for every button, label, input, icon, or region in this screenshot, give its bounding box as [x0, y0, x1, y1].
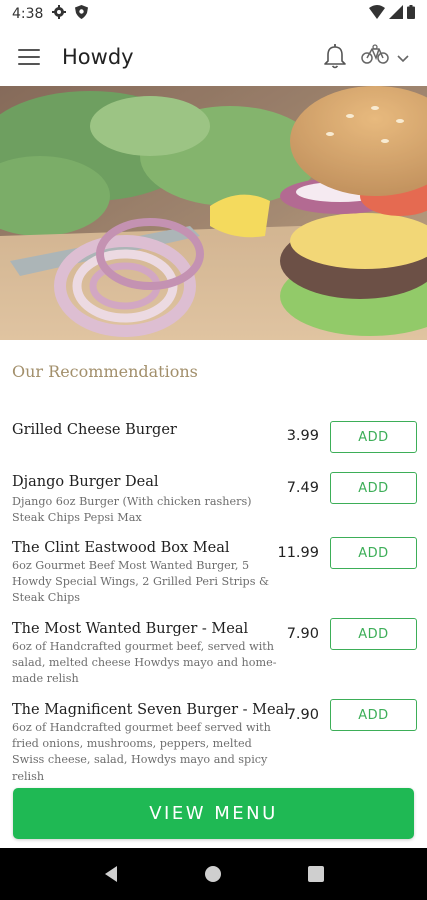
home-icon[interactable] [193, 854, 233, 894]
app-bar: Howdy [0, 28, 427, 86]
status-right [369, 5, 415, 23]
status-bar: 4:38 [0, 0, 427, 28]
item-description: 6oz Gourmet Beef Most Wanted Burger, 5 H… [12, 559, 269, 605]
system-nav-bar [0, 848, 427, 900]
item-name: Django Burger Deal [12, 474, 159, 490]
item-price: 7.90 [286, 707, 319, 723]
delivery-mode-selector[interactable] [361, 44, 409, 70]
hero-image [0, 86, 427, 340]
bell-icon[interactable] [323, 44, 347, 70]
app-title: Howdy [62, 45, 134, 69]
chevron-down-icon [397, 48, 409, 67]
item-price: 11.99 [277, 545, 319, 561]
back-icon[interactable] [91, 854, 131, 894]
signal-icon [389, 5, 403, 23]
item-price: 7.90 [286, 626, 319, 642]
bicycle-icon [361, 44, 389, 70]
status-left: 4:38 [12, 5, 89, 23]
battery-icon [407, 5, 415, 23]
menu-icon[interactable] [18, 46, 44, 68]
add-button[interactable]: ADD [330, 699, 417, 731]
item-name: The Most Wanted Burger - Meal [12, 621, 249, 637]
item-price: 7.49 [286, 480, 319, 496]
status-time: 4:38 [12, 6, 44, 22]
item-description: 6oz of Handcrafted gourmet beef, served … [12, 640, 277, 686]
add-button[interactable]: ADD [330, 472, 417, 504]
section-title: Our Recommendations [12, 362, 198, 381]
add-button[interactable]: ADD [330, 537, 417, 569]
shield-icon [75, 5, 89, 23]
item-name: Grilled Cheese Burger [12, 422, 177, 438]
add-button[interactable]: ADD [330, 421, 417, 453]
wifi-icon [369, 5, 385, 23]
app-actions [323, 44, 409, 70]
add-button[interactable]: ADD [330, 618, 417, 650]
item-name: The Magnificent Seven Burger - Meal [12, 702, 289, 718]
item-description: Django 6oz Burger (With chicken rashers)… [12, 495, 252, 525]
item-description: 6oz of Handcrafted gourmet beef served w… [12, 721, 271, 783]
item-price: 3.99 [286, 428, 319, 444]
view-menu-button[interactable]: VIEW MENU [13, 788, 414, 839]
item-name: The Clint Eastwood Box Meal [12, 540, 230, 556]
gear-icon [52, 5, 67, 23]
recents-icon[interactable] [296, 854, 336, 894]
